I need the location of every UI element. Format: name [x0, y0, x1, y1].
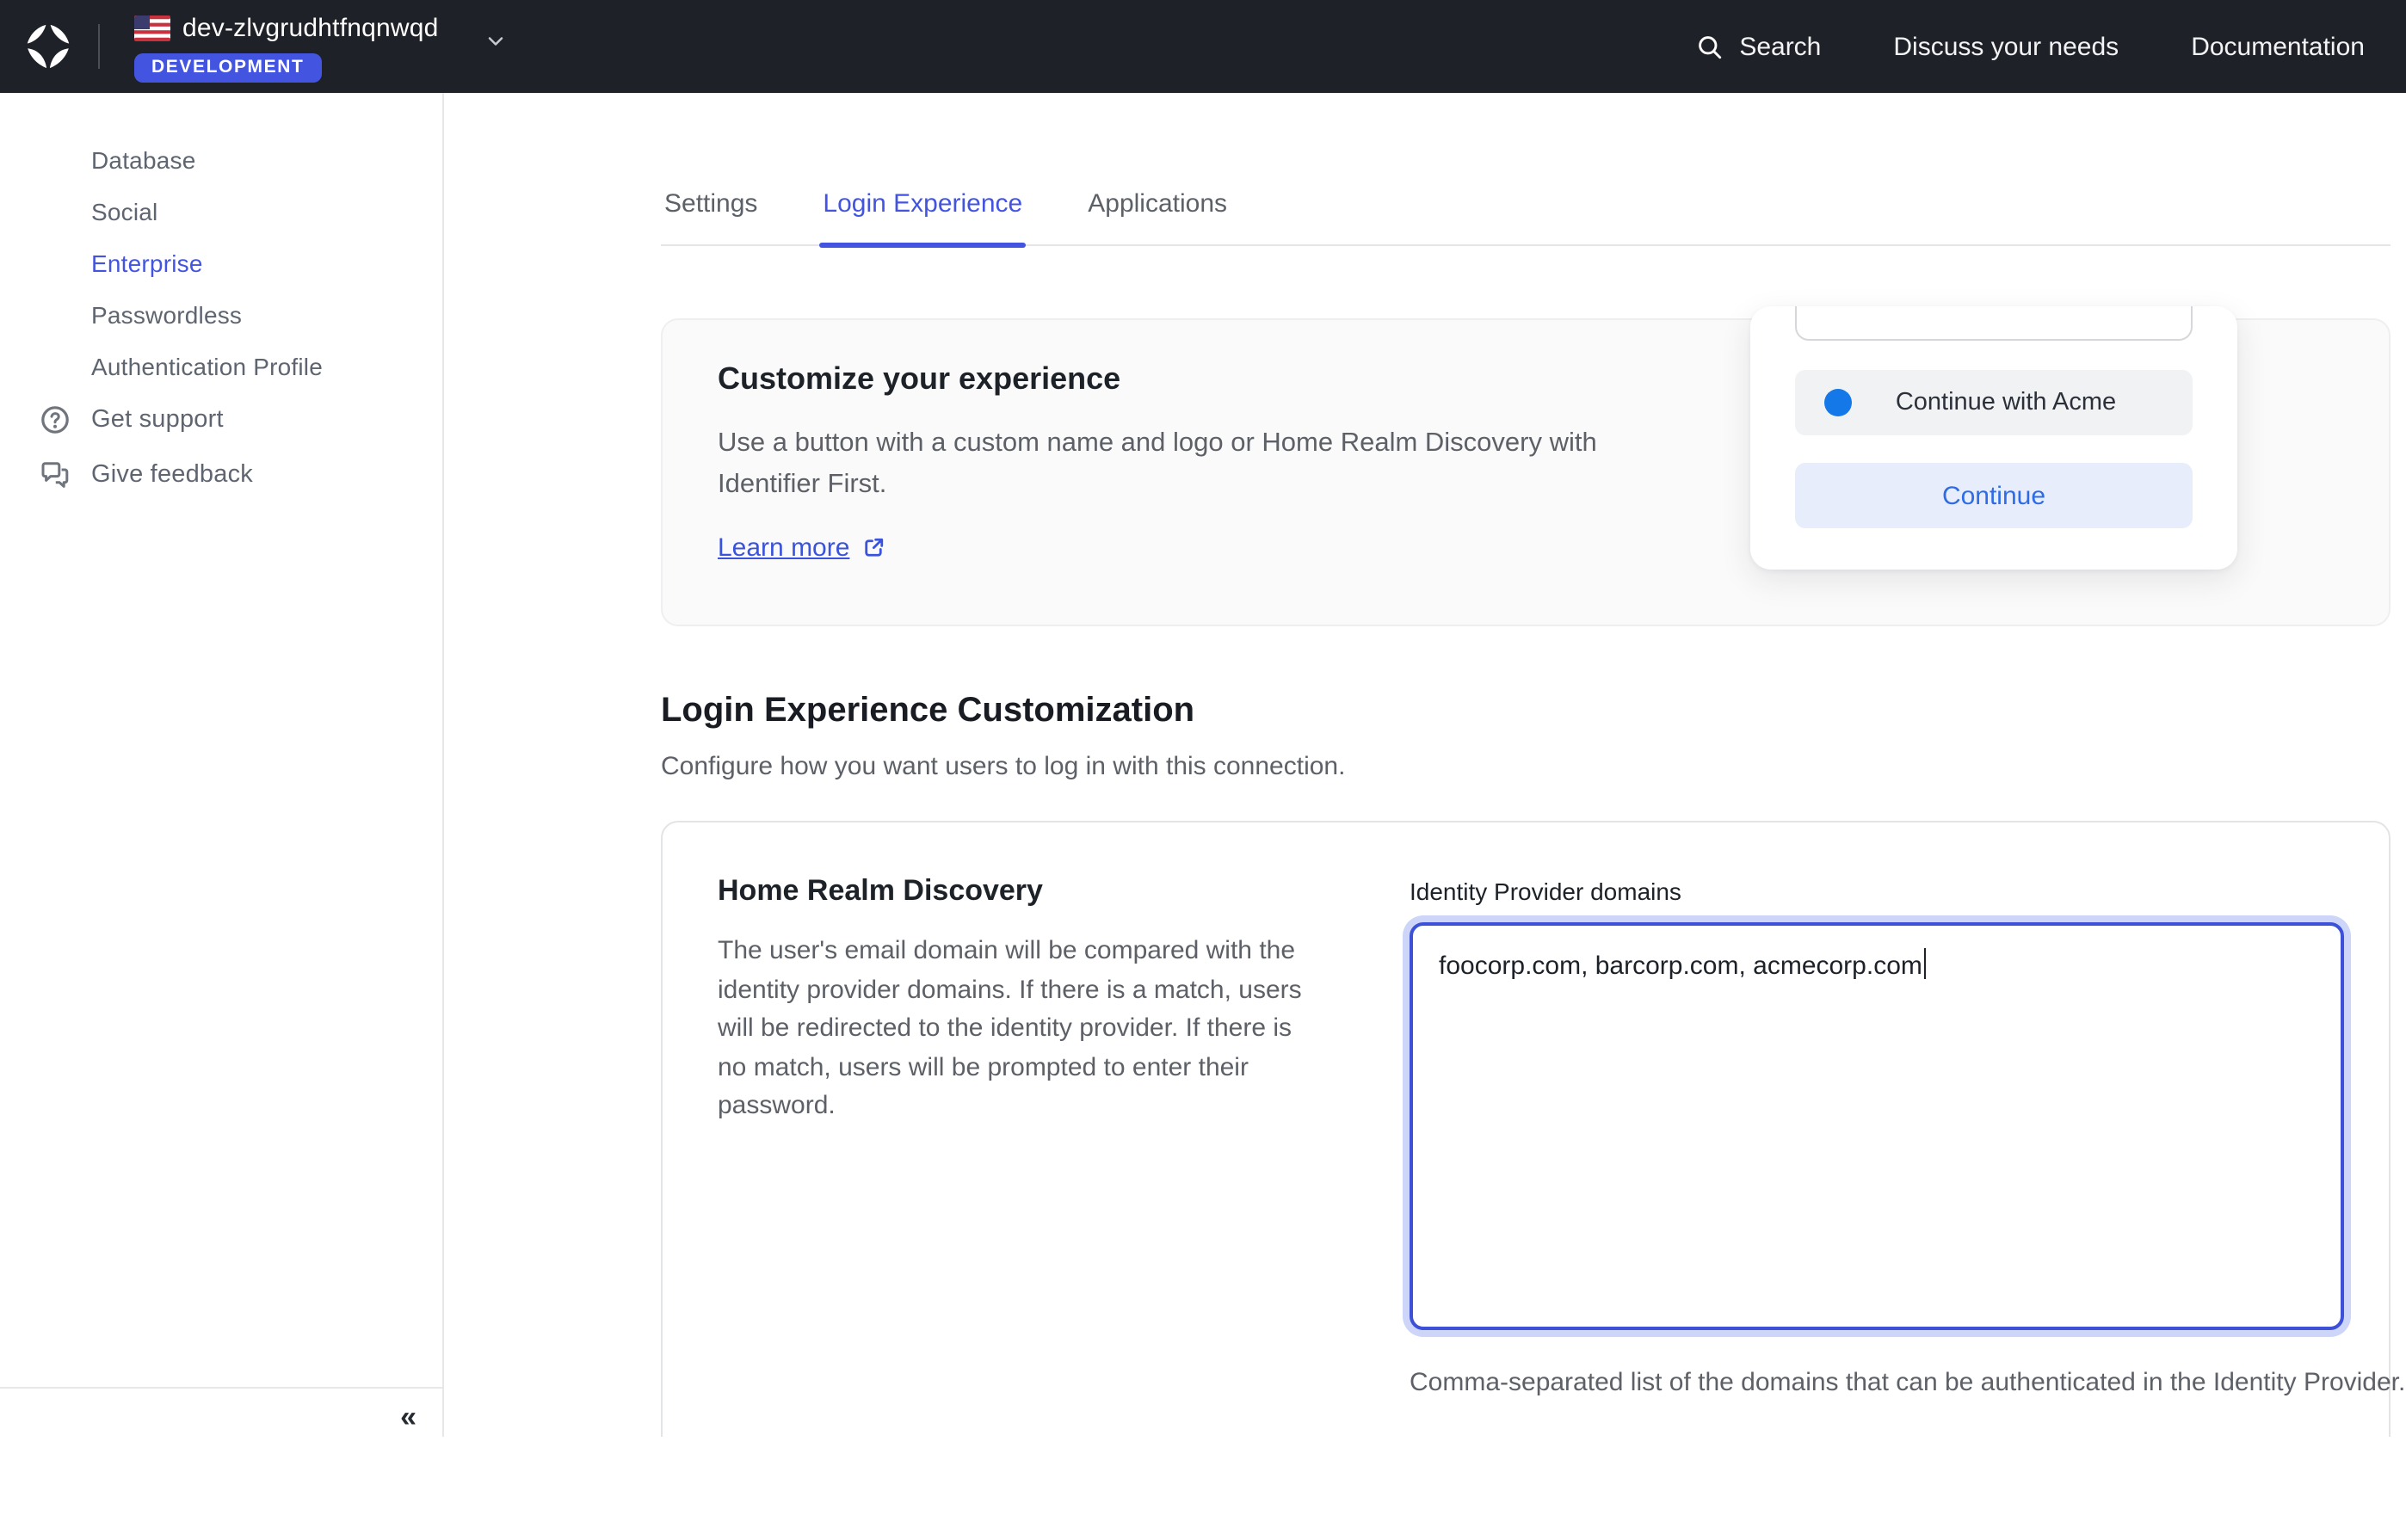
auth0-dashboard: dev-zlvgrudhtfnqnwqd DEVELOPMENT Search … [0, 0, 2406, 1437]
sidebar-item-label: Give feedback [91, 461, 253, 489]
topbar: dev-zlvgrudhtfnqnwqd DEVELOPMENT Search … [0, 0, 2406, 93]
sidebar-item-label: Passwordless [91, 301, 242, 329]
preview-idp-button: Continue with Acme [1795, 370, 2193, 435]
idp-domains-textarea[interactable]: foocorp.com, barcorp.com, acmecorp.com [1410, 922, 2344, 1330]
auth0-logo-icon [22, 21, 74, 72]
idp-domains-label: Identity Provider domains [1410, 878, 1681, 905]
preview-continue-button: Continue [1795, 463, 2193, 528]
home-realm-discovery-card: Home Realm Discovery The user's email do… [661, 821, 2391, 1437]
idp-domains-help-text: Comma-separated list of the domains that… [1410, 1363, 2406, 1404]
get-support-icon [38, 403, 72, 437]
sidebar-item-label: Authentication Profile [91, 353, 323, 380]
tenant-name: dev-zlvgrudhtfnqnwqd [182, 13, 439, 42]
sidebar-item-social[interactable]: Social [0, 186, 442, 237]
chevron-down-icon [484, 29, 508, 53]
sidebar-item-label: Get support [91, 406, 224, 434]
sidebar-item-give-feedback[interactable]: Give feedback [0, 447, 442, 502]
topbar-divider [98, 24, 100, 69]
tab-bar: Settings Login Experience Applications [661, 172, 2391, 246]
environment-badge: DEVELOPMENT [134, 53, 321, 83]
sidebar-item-label: Database [91, 146, 195, 174]
learn-more-link[interactable]: Learn more [718, 533, 885, 563]
collapse-sidebar-button[interactable]: « [400, 1401, 415, 1435]
sidebar-item-passwordless[interactable]: Passwordless [0, 289, 442, 341]
sidebar: Getting StartedActivityApplicationsAuthe… [0, 93, 444, 1437]
sidebar-item-authentication-profile[interactable]: Authentication Profile [0, 341, 442, 392]
hrd-description: The user's email domain will be compared… [718, 933, 1323, 1126]
sidebar-item-enterprise[interactable]: Enterprise [0, 237, 442, 289]
acme-logo-icon [1824, 389, 1852, 416]
topbar-actions: Search Discuss your needs Documentation [1694, 32, 2406, 61]
text-cursor [1924, 948, 1927, 979]
sidebar-item-get-support[interactable]: Get support [0, 392, 442, 447]
sidebar-divider [0, 1387, 442, 1389]
tab-applications[interactable]: Applications [1084, 172, 1231, 244]
preview-email-input [1795, 306, 2193, 341]
login-preview-card: Continue with Acme Continue [1750, 306, 2237, 570]
discuss-your-needs-link[interactable]: Discuss your needs [1893, 32, 2119, 61]
sidebar-item-label: Social [91, 198, 157, 225]
customize-card-title: Customize your experience [718, 361, 1120, 397]
give-feedback-icon [38, 458, 72, 492]
section-title: Login Experience Customization [661, 692, 1194, 731]
us-flag-icon [134, 15, 170, 40]
sidebar-item-database[interactable]: Database [0, 134, 442, 186]
hrd-title: Home Realm Discovery [718, 874, 1043, 909]
tab-settings[interactable]: Settings [661, 172, 761, 244]
search-icon [1694, 32, 1724, 61]
sidebar-item-label: Enterprise [91, 249, 203, 277]
main-content: Settings Login Experience Applications Cus… [444, 93, 2406, 1437]
search-button[interactable]: Search [1694, 32, 1821, 61]
tab-login-experience[interactable]: Login Experience [819, 172, 1026, 244]
documentation-link[interactable]: Documentation [2191, 32, 2365, 61]
customize-card-description: Use a button with a custom name and logo… [718, 423, 1638, 506]
tenant-switcher[interactable]: dev-zlvgrudhtfnqnwqd DEVELOPMENT [134, 10, 508, 83]
search-label: Search [1739, 32, 1821, 61]
sidebar-nav: Getting StartedActivityApplicationsAuthe… [0, 93, 442, 502]
external-link-icon [860, 535, 885, 561]
section-subtitle: Configure how you want users to log in w… [661, 752, 1345, 781]
